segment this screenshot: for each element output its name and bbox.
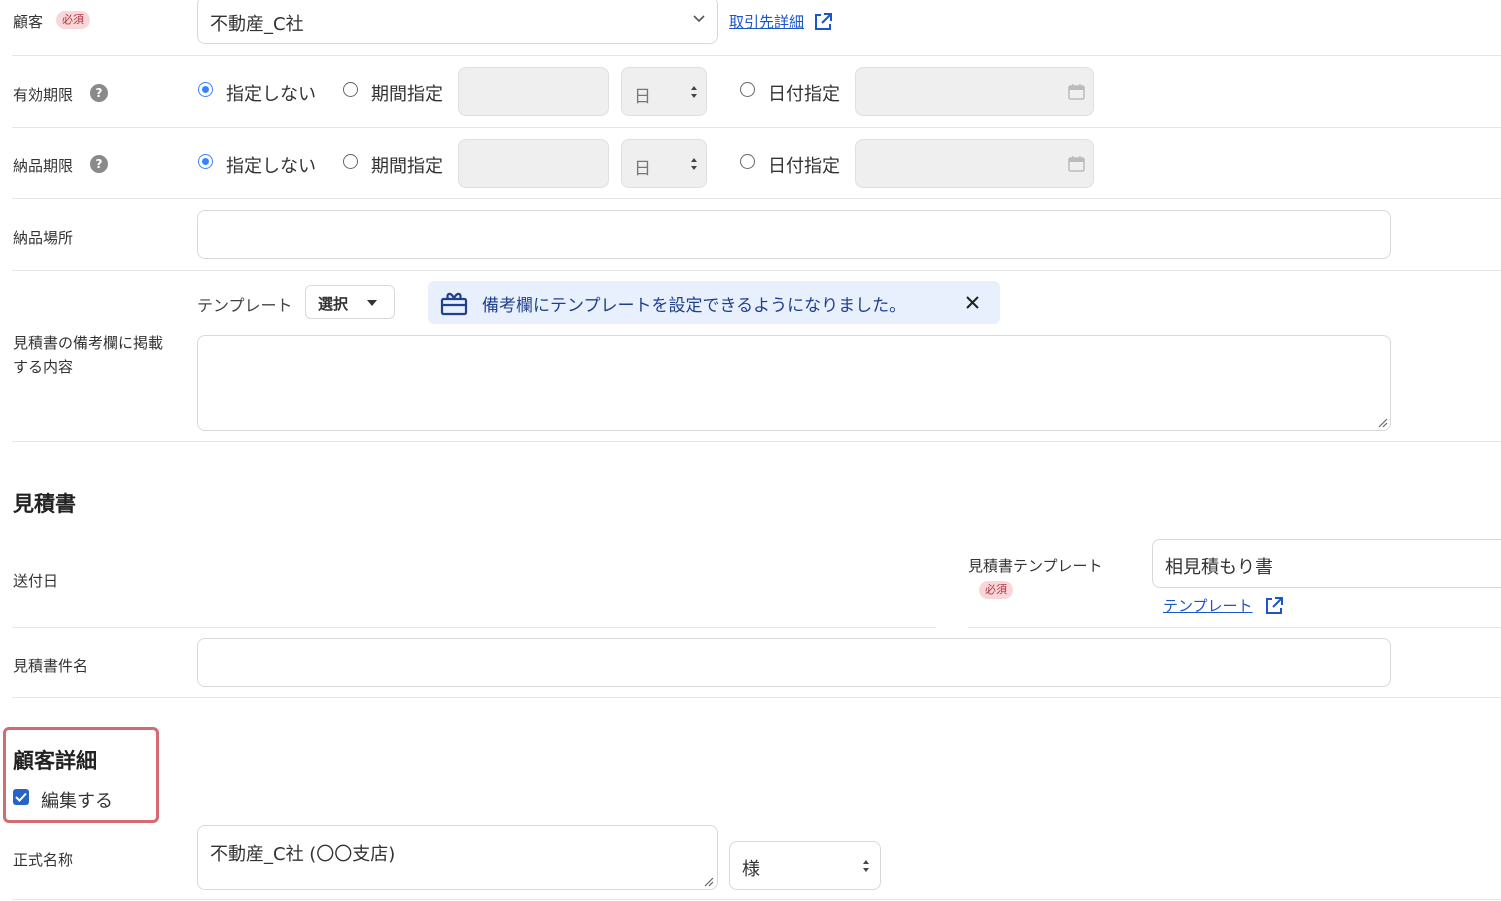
delivery-period-input[interactable] — [458, 139, 609, 188]
edit-checkbox-label: 編集する — [41, 791, 113, 812]
estimate-name-input[interactable] — [197, 638, 1391, 687]
resize-handle-icon[interactable] — [704, 877, 714, 887]
row-divider — [12, 627, 936, 628]
delivery-unit-value: 日 — [634, 159, 651, 179]
row-divider — [12, 697, 1501, 698]
validity-unit-select[interactable]: 日 — [621, 67, 707, 116]
validity-opt-period-label: 期間指定 — [371, 84, 443, 105]
delivery-opt-date-label: 日付指定 — [768, 156, 840, 177]
row-divider — [12, 441, 1501, 442]
external-link-icon[interactable] — [813, 12, 833, 32]
row-divider — [968, 627, 1501, 628]
validity-label: 有効期限 — [13, 86, 74, 104]
validity-period-input[interactable] — [458, 67, 609, 116]
validity-opt-date-label: 日付指定 — [768, 84, 840, 105]
estimate-template-select[interactable]: 相見積もり書 — [1152, 539, 1501, 588]
updown-arrows-icon — [863, 860, 869, 872]
delivery-radio-none[interactable] — [198, 154, 213, 169]
remarks-notice: 備考欄にテンプレートを設定できるようになりました。 — [428, 281, 1000, 324]
row-divider — [12, 270, 1501, 271]
delivery-deadline-label: 納品期限 — [13, 157, 74, 175]
customer-detail-link[interactable]: 取引先詳細 — [729, 11, 804, 32]
remarks-notice-text: 備考欄にテンプレートを設定できるようになりました。 — [482, 296, 907, 316]
row-divider — [12, 55, 1501, 56]
honorific-select[interactable]: 様 — [729, 841, 881, 890]
estimate-template-label: 見積書テンプレート — [968, 557, 1103, 575]
customer-detail-title: 顧客詳細 — [13, 749, 97, 773]
customer-select[interactable]: 不動産_C社 — [197, 0, 718, 44]
template-link[interactable]: テンプレート — [1163, 595, 1253, 616]
estimate-name-label: 見積書件名 — [13, 657, 89, 675]
remarks-template-select-value: 選択 — [318, 295, 349, 313]
remarks-template-label: テンプレート — [197, 296, 293, 315]
calendar-icon — [1068, 156, 1085, 172]
calendar-icon — [1068, 84, 1085, 100]
delivery-opt-none-label: 指定しない — [226, 156, 316, 177]
send-date-label: 送付日 — [13, 572, 59, 590]
remarks-label-line2: する内容 — [13, 358, 74, 376]
required-badge: 必須 — [979, 581, 1013, 599]
validity-opt-none-label: 指定しない — [226, 84, 316, 105]
edit-checkbox[interactable] — [13, 789, 29, 805]
chevron-down-icon — [693, 15, 705, 23]
delivery-place-label: 納品場所 — [13, 229, 74, 247]
delivery-radio-period[interactable] — [343, 154, 358, 169]
official-name-value: 不動産_C社 (〇〇支店) — [210, 844, 396, 865]
estimate-template-value: 相見積もり書 — [1165, 557, 1273, 578]
caret-down-icon — [367, 300, 377, 306]
official-name-textarea[interactable]: 不動産_C社 (〇〇支店) — [197, 825, 718, 890]
gift-icon — [440, 292, 468, 316]
check-icon — [15, 792, 27, 802]
honorific-value: 様 — [742, 859, 760, 880]
remarks-textarea[interactable] — [197, 335, 1391, 431]
row-divider — [12, 127, 1501, 128]
delivery-date-input[interactable] — [855, 139, 1094, 188]
remarks-label-line1: 見積書の備考欄に掲載 — [13, 334, 164, 352]
required-badge: 必須 — [56, 11, 90, 29]
close-icon[interactable] — [966, 296, 979, 309]
estimate-section-title: 見積書 — [13, 492, 76, 516]
delivery-unit-select[interactable]: 日 — [621, 139, 707, 188]
official-name-label: 正式名称 — [13, 851, 74, 869]
delivery-place-input[interactable] — [197, 210, 1391, 259]
row-divider — [12, 899, 1501, 900]
help-icon[interactable]: ? — [90, 155, 108, 173]
customer-select-value: 不動産_C社 — [210, 14, 304, 35]
resize-handle-icon[interactable] — [1378, 418, 1388, 428]
delivery-radio-date[interactable] — [740, 154, 755, 169]
updown-arrows-icon — [691, 86, 697, 98]
validity-radio-date[interactable] — [740, 82, 755, 97]
row-divider — [12, 198, 1501, 199]
customer-label: 顧客 — [13, 13, 44, 31]
validity-radio-period[interactable] — [343, 82, 358, 97]
validity-date-input[interactable] — [855, 67, 1094, 116]
help-icon[interactable]: ? — [90, 84, 108, 102]
external-link-icon[interactable] — [1264, 596, 1284, 616]
updown-arrows-icon — [691, 158, 697, 170]
remarks-template-select[interactable]: 選択 — [305, 285, 395, 319]
validity-unit-value: 日 — [634, 87, 651, 107]
validity-radio-none[interactable] — [198, 82, 213, 97]
delivery-opt-period-label: 期間指定 — [371, 156, 443, 177]
